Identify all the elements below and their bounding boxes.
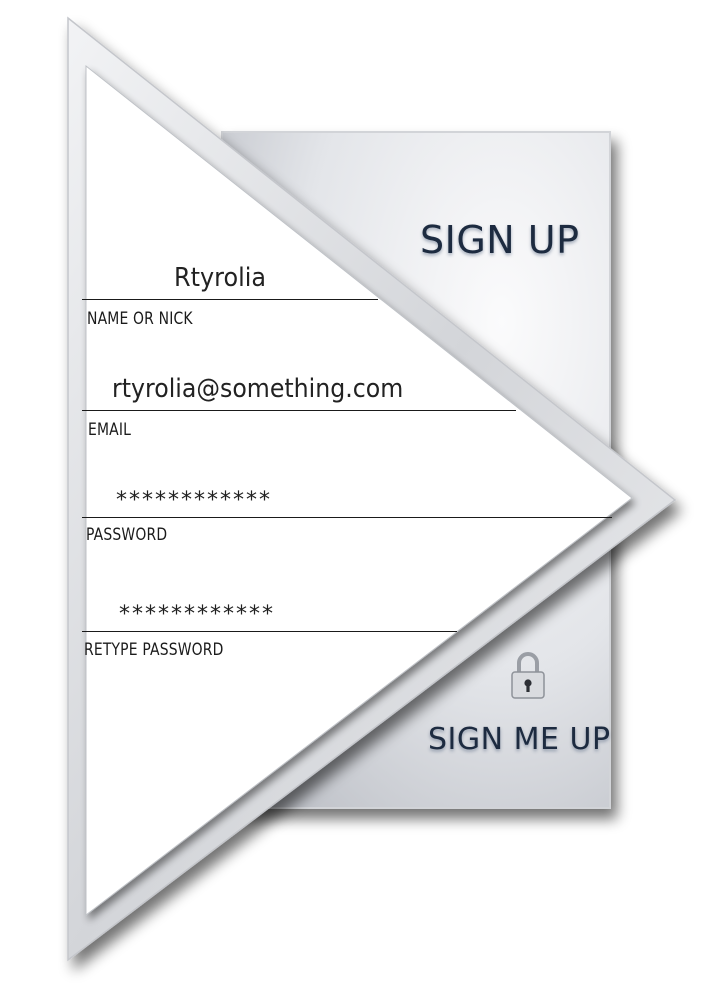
password-field[interactable]: ************: [82, 481, 612, 518]
password-value: ************: [116, 488, 272, 513]
page-title: SIGN UP: [420, 218, 580, 262]
email-field[interactable]: rtyrolia@something.com: [82, 374, 516, 411]
sign-me-up-button[interactable]: SIGN ME UP: [428, 722, 611, 757]
name-label: NAME OR NICK: [87, 309, 193, 329]
name-value: Rtyrolia: [174, 263, 267, 293]
password-label: PASSWORD: [86, 525, 168, 545]
name-field[interactable]: Rtyrolia: [82, 263, 378, 300]
email-value: rtyrolia@something.com: [112, 374, 404, 404]
retype-password-label: RETYPE PASSWORD: [84, 640, 224, 660]
retype-password-value: ************: [119, 602, 275, 627]
email-label: EMAIL: [88, 420, 132, 440]
lock-icon[interactable]: [510, 648, 546, 702]
retype-password-field[interactable]: ************: [82, 595, 457, 632]
